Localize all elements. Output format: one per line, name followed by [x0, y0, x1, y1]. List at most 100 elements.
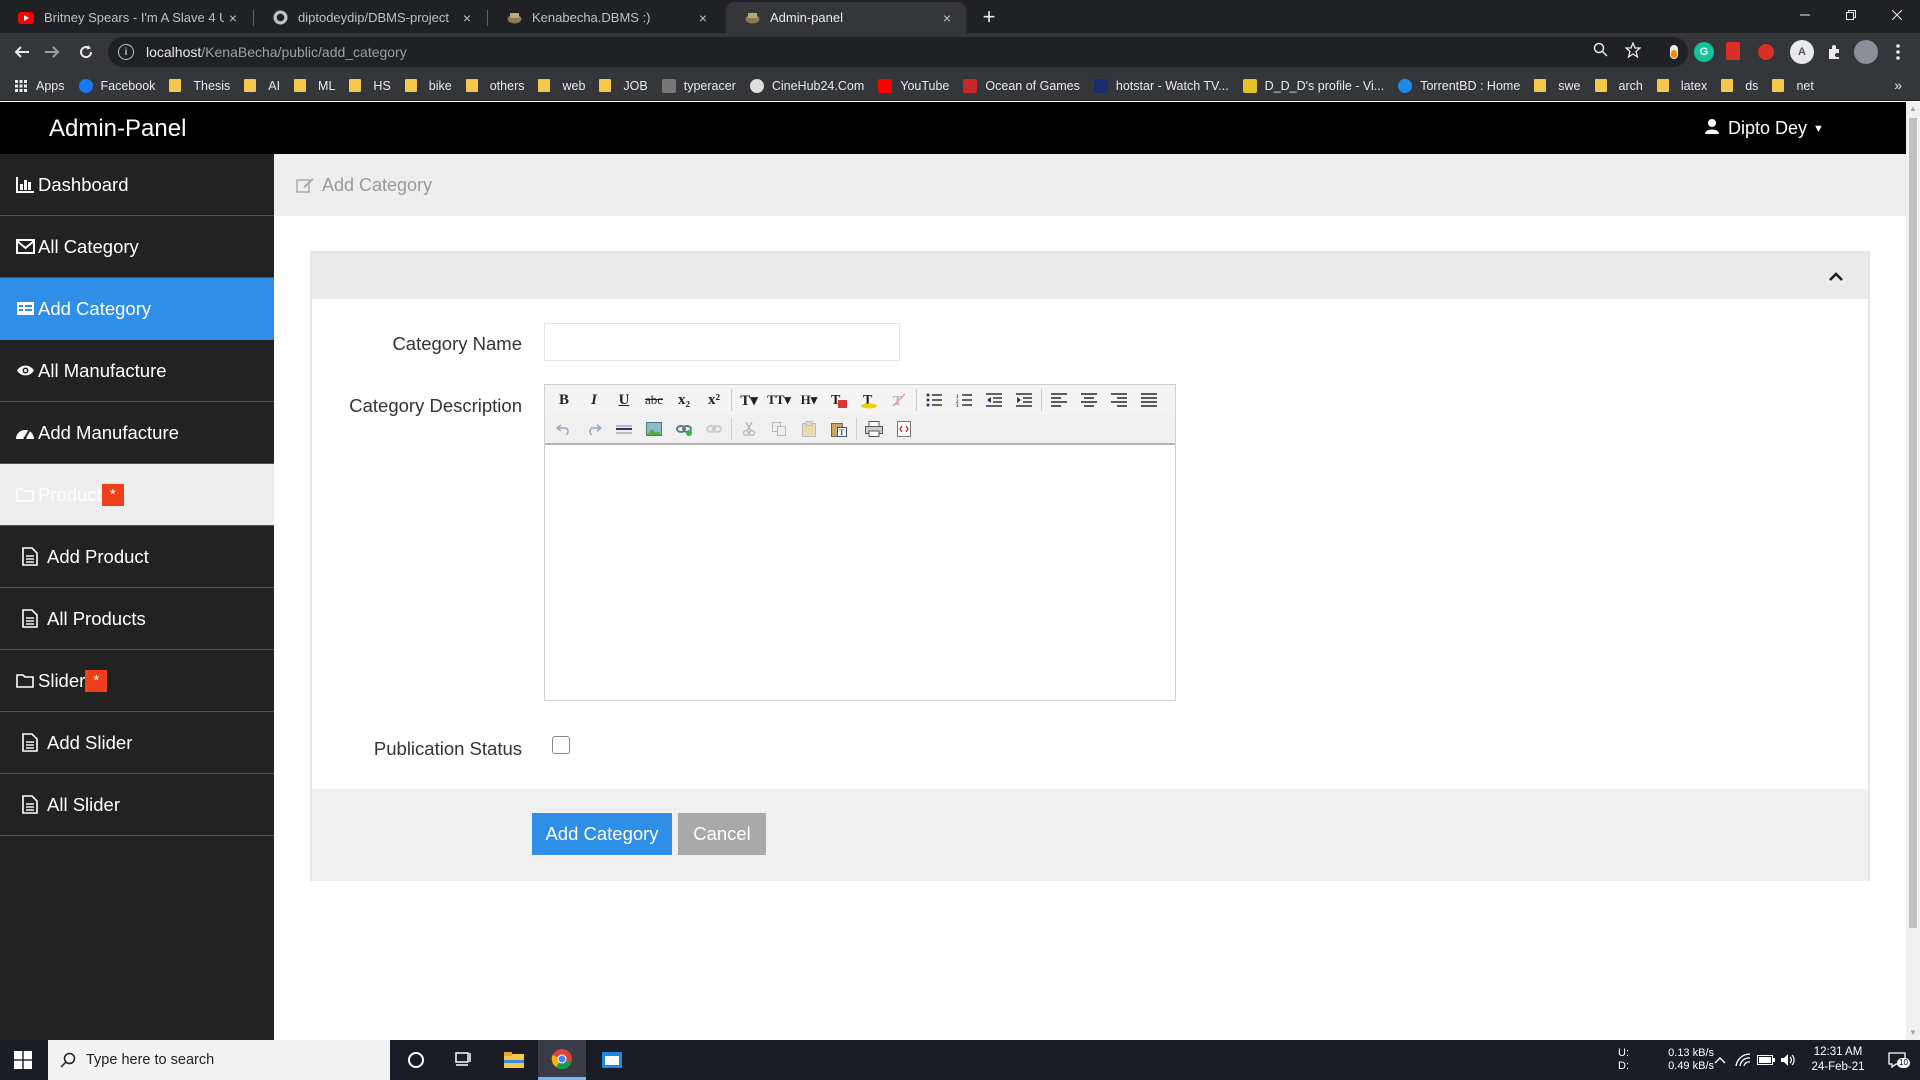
page-scrollbar[interactable]: ▲ ▼ — [1906, 102, 1920, 1040]
paste-icon[interactable] — [794, 417, 824, 441]
close-tab-icon[interactable]: × — [458, 10, 476, 26]
outdent-icon[interactable] — [979, 388, 1009, 412]
bookmark-item[interactable]: Apps — [14, 79, 65, 93]
align-left-icon[interactable] — [1044, 388, 1074, 412]
bookmark-item[interactable]: Thesis — [169, 79, 230, 93]
brand-title[interactable]: Admin-Panel — [49, 115, 186, 143]
underline-button[interactable]: U — [609, 388, 639, 412]
bookmark-item[interactable]: arch — [1594, 79, 1643, 93]
new-tab-button[interactable]: + — [976, 4, 1002, 30]
cancel-button[interactable]: Cancel — [678, 813, 766, 855]
bookmarks-overflow-icon[interactable]: » — [1894, 77, 1902, 93]
browser-tab[interactable]: Britney Spears - I'm A Slave 4 U × — [0, 2, 252, 33]
bookmark-item[interactable]: AI — [244, 79, 280, 93]
clock[interactable]: 12:31 AM 24-Feb-21 — [1800, 1040, 1876, 1080]
rich-text-editor[interactable]: B I U abc x₂ x² T▾ TT▾ H▾ T T T 123 — [544, 384, 1176, 701]
sidebar-item-add-product[interactable]: Add Product — [0, 526, 274, 588]
extension-icon[interactable] — [1726, 42, 1740, 60]
bookmark-item[interactable]: hotstar - Watch TV... — [1093, 78, 1229, 93]
windows-start-icon[interactable] — [14, 1051, 32, 1074]
scroll-down-icon[interactable]: ▼ — [1908, 1028, 1918, 1037]
print-icon[interactable] — [859, 417, 889, 441]
source-code-icon[interactable] — [889, 417, 919, 441]
menu-kebab-icon[interactable] — [1888, 42, 1908, 62]
zoom-icon[interactable] — [1593, 42, 1608, 61]
close-tab-icon[interactable]: × — [938, 10, 956, 26]
bookmark-item[interactable]: typeracer — [661, 78, 736, 93]
bookmark-item[interactable]: Ocean of Games — [963, 78, 1080, 93]
app-window-icon[interactable] — [588, 1040, 636, 1080]
copy-icon[interactable] — [764, 417, 794, 441]
browser-tab[interactable]: Kenabecha.DBMS :) × — [488, 2, 722, 33]
site-info-icon[interactable]: i — [118, 44, 134, 60]
restore-icon[interactable] — [1828, 0, 1874, 30]
undo-icon[interactable] — [549, 417, 579, 441]
close-tab-icon[interactable]: × — [224, 10, 242, 26]
reload-icon[interactable] — [72, 38, 100, 66]
text-color-icon[interactable]: T — [824, 388, 854, 412]
task-view-icon[interactable] — [440, 1040, 488, 1080]
scroll-up-icon[interactable]: ▲ — [1908, 104, 1918, 113]
bookmark-item[interactable]: net — [1772, 79, 1814, 93]
minimize-icon[interactable] — [1782, 0, 1828, 30]
chevron-up-icon[interactable] — [1826, 267, 1846, 287]
sidebar-item-all-category[interactable]: All Category — [0, 216, 274, 278]
address-bar[interactable]: i localhost/KenaBecha/public/add_categor… — [108, 37, 1688, 67]
strikethrough-button[interactable]: abc — [639, 388, 669, 412]
unlink-icon[interactable] — [699, 417, 729, 441]
publication-status-checkbox[interactable] — [552, 736, 570, 754]
extension-icon[interactable] — [1758, 44, 1774, 60]
redo-icon[interactable] — [579, 417, 609, 441]
bookmark-item[interactable]: ds — [1721, 79, 1758, 93]
align-right-icon[interactable] — [1104, 388, 1134, 412]
sidebar-item-dashboard[interactable]: Dashboard — [0, 154, 274, 216]
forward-icon[interactable] — [38, 38, 66, 66]
font-family-button[interactable]: T▾ — [734, 388, 764, 412]
add-category-button[interactable]: Add Category — [532, 813, 672, 855]
horizontal-rule-icon[interactable] — [609, 417, 639, 441]
close-tab-icon[interactable]: × — [694, 10, 712, 26]
file-explorer-icon[interactable] — [490, 1040, 538, 1080]
bookmark-item[interactable]: bike — [404, 79, 452, 93]
browser-tab[interactable]: diptodeydip/DBMS-project × — [254, 2, 486, 33]
bookmark-item[interactable]: HS — [349, 79, 391, 93]
highlight-icon[interactable]: T — [854, 388, 884, 412]
volume-icon[interactable] — [1778, 1040, 1798, 1080]
sidebar-item-all-slider[interactable]: All Slider — [0, 774, 274, 836]
sidebar-item-add-category[interactable]: Add Category — [0, 278, 274, 340]
grammarly-icon[interactable]: G — [1694, 42, 1714, 62]
bookmark-item[interactable]: YouTube — [878, 78, 949, 93]
italic-button[interactable]: I — [579, 388, 609, 412]
back-icon[interactable] — [8, 38, 36, 66]
heading-button[interactable]: H▾ — [794, 388, 824, 412]
bookmark-item[interactable]: latex — [1656, 79, 1707, 93]
close-window-icon[interactable] — [1874, 0, 1920, 30]
bookmark-item[interactable]: ML — [294, 79, 335, 93]
cut-icon[interactable] — [734, 417, 764, 441]
indent-icon[interactable] — [1009, 388, 1039, 412]
justify-icon[interactable] — [1134, 388, 1164, 412]
extensions-puzzle-icon[interactable] — [1824, 42, 1844, 62]
taskbar-search[interactable]: Type here to search — [48, 1040, 390, 1080]
editor-content-area[interactable] — [545, 447, 1175, 700]
bookmark-item[interactable]: D_D_D's profile - Vi... — [1242, 78, 1384, 93]
sidebar-item-slider[interactable]: Slider * — [0, 650, 274, 712]
extension-icon[interactable] — [1664, 42, 1684, 62]
sidebar-item-product[interactable]: Product * — [0, 464, 274, 526]
bookmark-item[interactable]: JOB — [599, 79, 648, 93]
align-center-icon[interactable] — [1074, 388, 1104, 412]
paste-text-icon[interactable]: T — [824, 417, 854, 441]
user-menu[interactable]: Dipto Dey ▼ — [1704, 118, 1824, 139]
cortana-icon[interactable] — [392, 1040, 440, 1080]
clear-format-icon[interactable]: T — [884, 388, 914, 412]
link-icon[interactable] — [669, 417, 699, 441]
bookmark-item[interactable]: Facebook — [78, 78, 155, 93]
sidebar-item-add-manufacture[interactable]: Add Manufacture — [0, 402, 274, 464]
font-size-button[interactable]: TT▾ — [764, 388, 794, 412]
battery-icon[interactable] — [1756, 1040, 1776, 1080]
subscript-button[interactable]: x₂ — [669, 388, 699, 412]
notification-center-icon[interactable]: 10 — [1880, 1040, 1914, 1080]
user-avatar-icon[interactable] — [1854, 40, 1878, 64]
superscript-button[interactable]: x² — [699, 388, 729, 412]
scrollbar-thumb[interactable] — [1909, 118, 1917, 928]
